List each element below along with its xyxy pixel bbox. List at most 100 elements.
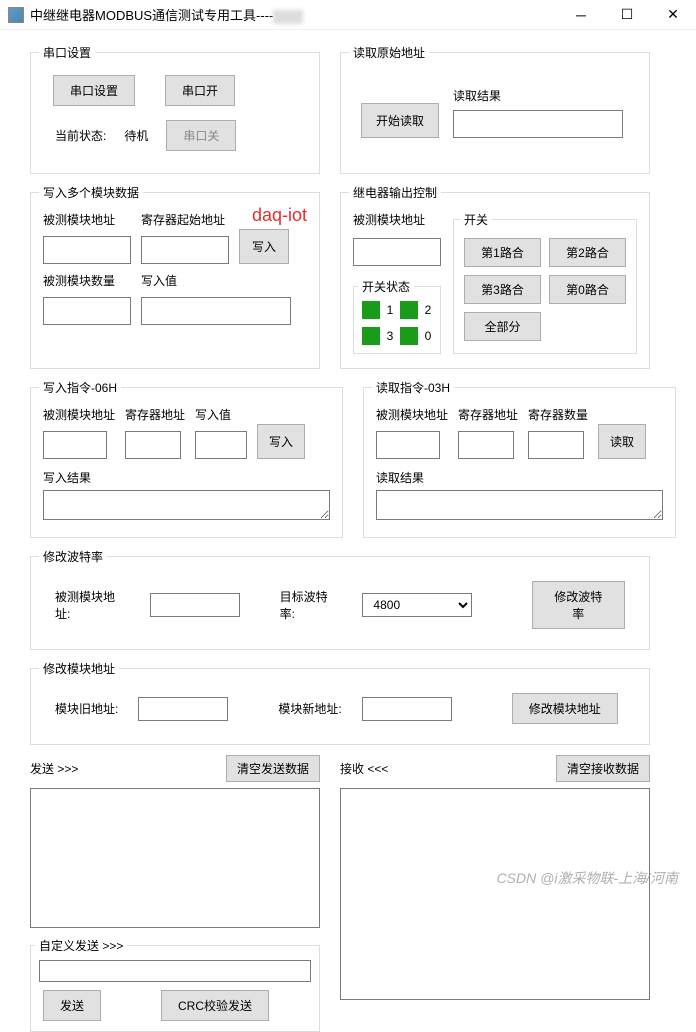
rawaddr-legend: 读取原始地址 <box>349 44 429 61</box>
baud-module-addr-label: 被测模块地址: <box>55 588 130 622</box>
multi-group: 写入多个模块数据 daq-iot 被测模块地址 寄存器起始地址 写入 <box>30 184 320 369</box>
cmd06-reg-addr-input[interactable] <box>125 431 181 459</box>
titlebar: 中继继电器MODBUS通信测试专用工具---- ─ ☐ ✕ <box>0 0 696 30</box>
rawaddr-group: 读取原始地址 开始读取 读取结果 <box>340 44 650 174</box>
cmd06-module-addr-label: 被测模块地址 <box>43 406 115 423</box>
serial-legend: 串口设置 <box>39 44 95 61</box>
baud-legend: 修改波特率 <box>39 548 107 565</box>
serial-close-button[interactable]: 串口关 <box>166 120 236 151</box>
multi-legend: 写入多个模块数据 <box>39 184 143 201</box>
relay-module-addr-label: 被测模块地址 <box>353 211 441 228</box>
cmd03-reg-addr-label: 寄存器地址 <box>458 406 518 423</box>
relay-legend: 继电器输出控制 <box>349 184 441 201</box>
switch-label-3: 3 <box>387 329 394 343</box>
rawaddr-result-label: 读取结果 <box>453 87 637 104</box>
maximize-button[interactable]: ☐ <box>604 0 650 30</box>
relay-btn-3[interactable]: 第3路合 <box>464 275 541 304</box>
switch-status-group: 开关状态 1 2 3 0 <box>353 278 441 354</box>
switch-status-legend: 开关状态 <box>358 278 414 295</box>
cmd03-result-input[interactable] <box>376 490 663 520</box>
baud-module-addr-input[interactable] <box>150 593 240 617</box>
rawaddr-read-button[interactable]: 开始读取 <box>361 103 439 138</box>
relay-btn-all[interactable]: 全部分 <box>464 312 541 341</box>
send-label: 发送 >>> <box>30 760 78 777</box>
cmd03-group: 读取指令-03H 被测模块地址 寄存器地址 寄存器数量 读取 读取结果 <box>363 379 676 538</box>
recv-textarea[interactable] <box>340 788 650 1000</box>
app-icon <box>8 7 24 23</box>
cmd03-legend: 读取指令-03H <box>372 379 454 396</box>
baud-target-select[interactable]: 4800 <box>362 593 471 617</box>
custom-send-legend: 自定义发送 >>> <box>35 937 127 954</box>
recv-label: 接收 <<< <box>340 760 388 777</box>
serial-group: 串口设置 串口设置 串口开 当前状态: 待机 串口关 <box>30 44 320 174</box>
cmd06-write-val-label: 写入值 <box>195 406 247 423</box>
switch-label-0: 0 <box>425 329 432 343</box>
cmd06-legend: 写入指令-06H <box>39 379 121 396</box>
addr-group: 修改模块地址 模块旧地址: 模块新地址: 修改模块地址 <box>30 660 650 745</box>
custom-send-group: 自定义发送 >>> 发送 CRC校验发送 <box>30 937 320 1032</box>
watermark-text: daq-iot <box>252 205 307 226</box>
switch-indicator-3 <box>362 327 380 345</box>
switch-legend: 开关 <box>460 211 492 228</box>
minimize-button[interactable]: ─ <box>558 0 604 30</box>
relay-btn-2[interactable]: 第2路合 <box>549 238 626 267</box>
baud-group: 修改波特率 被测模块地址: 目标波特率: 4800 修改波特率 <box>30 548 650 650</box>
status-value: 待机 <box>124 127 148 144</box>
cmd06-reg-addr-label: 寄存器地址 <box>125 406 185 423</box>
multi-write-val-label: 写入值 <box>141 272 291 289</box>
cmd06-module-addr-input[interactable] <box>43 431 107 459</box>
cmd03-reg-addr-input[interactable] <box>458 431 514 459</box>
multi-module-qty-label: 被测模块数量 <box>43 272 131 289</box>
cmd06-write-button[interactable]: 写入 <box>257 424 305 459</box>
multi-write-val-input[interactable] <box>141 297 291 325</box>
relay-module-addr-input[interactable] <box>353 238 441 266</box>
csdn-watermark: CSDN @i激采物联-上海/河南 <box>497 868 678 888</box>
addr-modify-button[interactable]: 修改模块地址 <box>512 693 618 724</box>
multi-module-addr-label: 被测模块地址 <box>43 211 131 228</box>
addr-old-input[interactable] <box>138 697 228 721</box>
crc-send-button[interactable]: CRC校验发送 <box>161 990 269 1021</box>
window-title: 中继继电器MODBUS通信测试专用工具---- <box>30 5 558 24</box>
multi-write-button[interactable]: 写入 <box>239 229 289 264</box>
close-button[interactable]: ✕ <box>650 0 696 30</box>
switch-indicator-0 <box>400 327 418 345</box>
clear-recv-button[interactable]: 清空接收数据 <box>556 755 650 782</box>
relay-btn-0[interactable]: 第0路合 <box>549 275 626 304</box>
baud-modify-button[interactable]: 修改波特率 <box>532 581 625 629</box>
window-controls: ─ ☐ ✕ <box>558 0 696 30</box>
serial-open-button[interactable]: 串口开 <box>165 75 235 106</box>
cmd03-reg-qty-input[interactable] <box>528 431 584 459</box>
cmd06-result-input[interactable] <box>43 490 330 520</box>
cmd03-reg-qty-label: 寄存器数量 <box>528 406 588 423</box>
status-label: 当前状态: <box>55 127 106 144</box>
addr-legend: 修改模块地址 <box>39 660 119 677</box>
multi-module-qty-input[interactable] <box>43 297 131 325</box>
cmd03-result-label: 读取结果 <box>376 469 663 486</box>
cmd03-module-addr-label: 被测模块地址 <box>376 406 448 423</box>
switch-button-group: 开关 第1路合 第2路合 第3路合 第0路合 全部分 <box>453 211 637 354</box>
multi-module-addr-input[interactable] <box>43 236 131 264</box>
send-button[interactable]: 发送 <box>43 990 101 1021</box>
switch-label-1: 1 <box>387 303 394 317</box>
switch-indicator-1 <box>362 301 380 319</box>
cmd06-group: 写入指令-06H 被测模块地址 寄存器地址 写入值 写入 写入结果 <box>30 379 343 538</box>
baud-target-label: 目标波特率: <box>280 588 343 622</box>
cmd03-read-button[interactable]: 读取 <box>598 424 646 459</box>
custom-send-input[interactable] <box>39 960 311 982</box>
switch-indicator-2 <box>400 301 418 319</box>
multi-reg-start-label: 寄存器起始地址 <box>141 211 229 228</box>
serial-setup-button[interactable]: 串口设置 <box>53 75 135 106</box>
send-textarea[interactable] <box>30 788 320 928</box>
cmd06-write-val-input[interactable] <box>195 431 247 459</box>
relay-btn-1[interactable]: 第1路合 <box>464 238 541 267</box>
switch-label-2: 2 <box>425 303 432 317</box>
cmd06-result-label: 写入结果 <box>43 469 330 486</box>
multi-reg-start-input[interactable] <box>141 236 229 264</box>
addr-old-label: 模块旧地址: <box>55 700 118 717</box>
rawaddr-result-input[interactable] <box>453 110 623 138</box>
addr-new-label: 模块新地址: <box>278 700 341 717</box>
clear-send-button[interactable]: 清空发送数据 <box>226 755 320 782</box>
addr-new-input[interactable] <box>362 697 452 721</box>
relay-group: 继电器输出控制 被测模块地址 开关状态 1 2 3 0 <box>340 184 650 369</box>
cmd03-module-addr-input[interactable] <box>376 431 440 459</box>
